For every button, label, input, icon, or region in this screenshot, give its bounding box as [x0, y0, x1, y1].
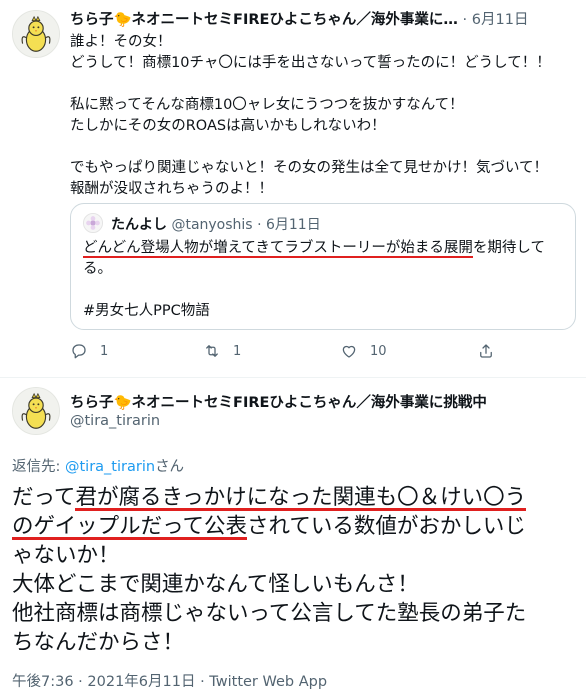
quoted-time: 6月11日 [265, 217, 321, 233]
share-icon [480, 344, 492, 358]
tweet1-header: ちら子🐤ネオニートセミFIREひよこちゃん／海外事業に… · 6月11日 [70, 8, 576, 28]
quoted-display-name: たんよし [111, 217, 167, 233]
quoted-line: る。 [83, 261, 112, 277]
quoted-handle: @tanyoshis [171, 217, 253, 233]
tweet-divider [0, 377, 586, 378]
reply-count: 1 [100, 343, 109, 359]
quoted-text: どんどん登場人物が増えてきてラブストーリーが始まる展開を期待して る。 #男女七… [83, 238, 563, 322]
tweet1-separator: · [462, 12, 468, 28]
reply-suffix: さん [155, 459, 185, 475]
quoted-text-rest: を期待して [472, 240, 545, 256]
quoted-hashtag: #男女七人PPC物語 [83, 303, 210, 319]
retweet-icon [206, 345, 218, 357]
tweet1-line: たしかにその女のROASは高いかもしれないわ！ [70, 118, 386, 134]
tweet2-timestamp-source[interactable]: 午後7:36 · 2021年6月11日 · Twitter Web App [12, 670, 327, 691]
reply-context: 返信先: @tira_tirarinさん [12, 455, 184, 476]
chick-mascot-icon [13, 388, 59, 434]
tweet1-line: でもやっぱり関連じゃないと！その女の発生は全て見せかけ！気づいて！ [70, 160, 549, 176]
tweet2-line: 大体どこまで関連かなんて怪しいもんさ！ [12, 572, 419, 597]
quoted-underlined-text: どんどん登場人物が増えてきてラブストーリーが始まる展開 [83, 240, 473, 256]
quoted-avatar [83, 213, 103, 233]
avatar[interactable] [12, 387, 60, 435]
reply-handle-link[interactable]: @tira_tirarin [65, 459, 155, 475]
tweet2-text: だって君が腐るきっかけになった関連も〇＆けい〇う のゲイップルだって公表されてい… [12, 483, 578, 657]
reply-label: 返信先: [12, 459, 65, 475]
reply-button[interactable]: 1 [70, 342, 108, 360]
flower-avatar-icon [84, 214, 102, 232]
tweet1-time[interactable]: 6月11日 [472, 12, 529, 28]
avatar[interactable] [12, 10, 60, 58]
reply-icon [72, 344, 86, 359]
tweet2-line: ゃないか！ [12, 543, 120, 568]
tweet1-line: 誰よ！その女！ [70, 34, 172, 50]
tweet1-action-bar: 1 1 10 [70, 342, 576, 364]
tweet1-display-name[interactable]: ちら子🐤ネオニートセミFIREひよこちゃん／海外事業に… [70, 12, 458, 28]
tweet1-line: 私に黙ってそんな商標10〇ャレ女にうつつを抜かすなんて！ [70, 97, 464, 113]
tweet2-text-part: されている数値がおかしいじ [247, 514, 526, 539]
share-button[interactable] [477, 342, 495, 360]
tweet2-underlined-text: 君が腐るきっかけになった関連も〇＆けい〇う [75, 485, 527, 510]
quoted-tweet[interactable]: たんよし @tanyoshis · 6月11日 どんどん登場人物が増えてきてラブ… [70, 203, 576, 330]
like-button[interactable]: 10 [340, 342, 387, 360]
quoted-header: たんよし @tanyoshis · 6月11日 [111, 214, 321, 234]
retweet-button[interactable]: 1 [203, 342, 241, 360]
chick-mascot-icon [13, 11, 59, 57]
tweet2-handle[interactable]: @tira_tirarin [70, 413, 160, 429]
heart-icon [342, 345, 356, 358]
tweet2-line: ちなんだからさ！ [12, 630, 185, 655]
like-count: 10 [370, 343, 387, 359]
quoted-separator: · [257, 217, 262, 233]
tweet2-display-name[interactable]: ちら子🐤ネオニートセミFIREひよこちゃん／海外事業に挑戦中 [70, 391, 487, 412]
tweet2-text-part: だって [12, 485, 76, 510]
tweet1-line: どうして！商標10チャ〇には手を出さないって誓ったのに！どうして！！ [70, 55, 551, 71]
tweet2-line: 他社商標は商標じゃないって公言してた塾長の弟子た [12, 601, 527, 626]
tweet1-text: 誰よ！その女！ どうして！商標10チャ〇には手を出さないって誓ったのに！どうして… [70, 32, 576, 200]
tweet1-line: 報酬が没収されちゃうのよ！！ [70, 181, 273, 197]
retweet-count: 1 [233, 343, 242, 359]
tweet2-underlined-text: のゲイップルだって公表 [12, 514, 247, 539]
